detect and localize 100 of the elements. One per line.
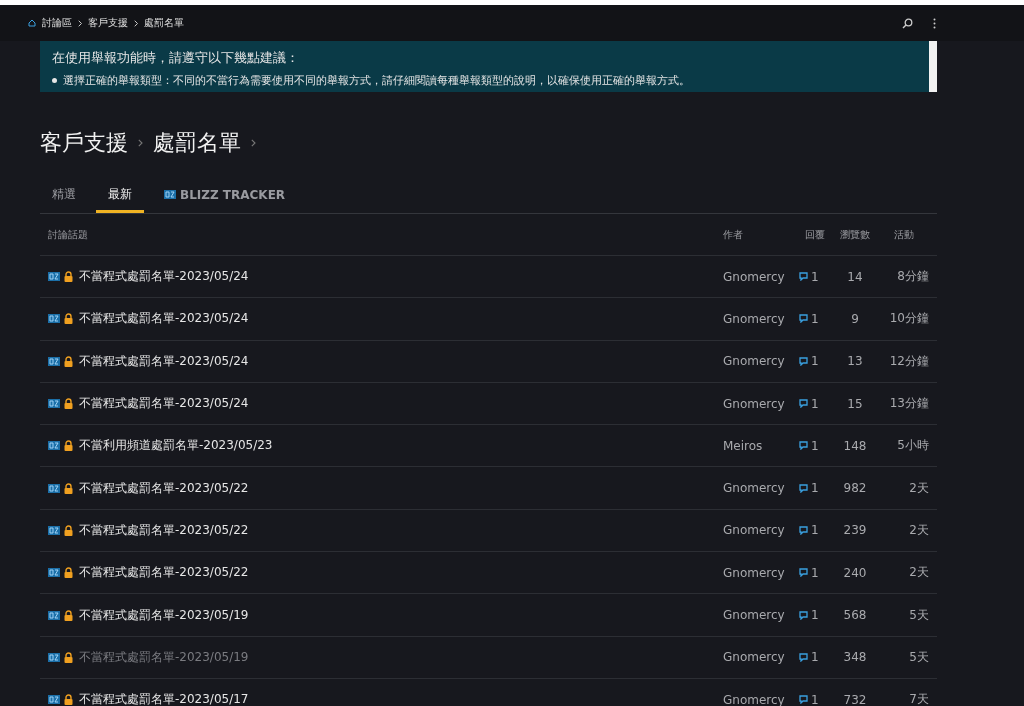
column-header: 回覆 [804, 227, 826, 242]
activity-time: 2天 [908, 564, 929, 582]
column-header: 討論話題 [48, 227, 89, 242]
author-name[interactable]: Gnomercy [723, 396, 799, 411]
view-count: 240 [842, 565, 868, 580]
topic-title[interactable]: 不當程式處罰名單-2023/05/24 [79, 268, 249, 286]
topic-title[interactable]: 不當程式處罰名單-2023/05/17 [79, 691, 249, 706]
lock-icon [64, 609, 73, 621]
lock-icon [64, 313, 73, 325]
blizz-icon [48, 695, 60, 705]
activity-time: 8分鐘 [896, 268, 929, 286]
author-name[interactable]: Gnomercy [723, 523, 799, 538]
activity-time: 5天 [908, 606, 929, 624]
author-name[interactable]: Gnomercy [723, 565, 799, 580]
blizz-icon [48, 525, 60, 535]
comment-icon [799, 441, 808, 451]
reply-count: 1 [811, 650, 819, 665]
comment-icon [799, 314, 808, 324]
view-count: 348 [842, 650, 868, 665]
comment-icon [799, 356, 808, 366]
reply-count: 1 [811, 354, 819, 369]
activity-time: 10分鐘 [888, 310, 929, 328]
view-count: 239 [842, 523, 868, 538]
chevron-icon [138, 139, 143, 147]
reply-count: 1 [811, 311, 819, 326]
view-count: 9 [850, 311, 860, 326]
blizz-icon [48, 652, 60, 662]
author-name[interactable]: Gnomercy [723, 481, 799, 496]
blizz-icon [48, 314, 60, 324]
reply-count: 1 [811, 608, 819, 622]
comment-icon [799, 610, 808, 620]
activity-time: 13分鐘 [888, 395, 929, 413]
lock-icon [64, 694, 73, 706]
topic-title[interactable]: 不當程式處罰名單-2023/05/22 [79, 521, 249, 539]
author-name[interactable]: Gnomercy [723, 311, 799, 326]
column-header: 瀏覽數 [839, 227, 871, 242]
lock-icon [64, 440, 73, 452]
topic-title[interactable]: 不當程式處罰名單-2023/05/19 [79, 648, 249, 666]
view-count: 568 [842, 608, 868, 622]
breadcrumb-link[interactable]: 討論區 [42, 16, 72, 30]
comment-icon [799, 695, 808, 705]
topic-title[interactable]: 不當程式處罰名單-2023/05/19 [79, 606, 249, 624]
activity-time: 2天 [908, 521, 929, 539]
author-name[interactable]: Gnomercy [723, 269, 799, 284]
topic-title[interactable]: 不當程式處罰名單-2023/05/22 [79, 564, 249, 582]
reply-count: 1 [811, 396, 819, 411]
lock-icon [64, 398, 73, 410]
comment-icon [799, 272, 808, 282]
comment-icon [799, 399, 808, 409]
blizz-icon [48, 610, 60, 620]
tab[interactable]: BLIZZ TRACKER [152, 180, 298, 213]
blizz-icon [48, 568, 60, 578]
activity-time: 2天 [908, 479, 929, 497]
author-name[interactable]: Gnomercy [723, 354, 799, 369]
notice-heading: 在使用舉報功能時，請遵守以下幾點建議： [52, 49, 300, 67]
chevron-icon [134, 19, 139, 27]
blizz-icon [48, 356, 60, 366]
view-count: 15 [846, 396, 864, 411]
chevron-icon [78, 19, 83, 27]
author-name[interactable]: Gnomercy [723, 692, 799, 706]
topic-title[interactable]: 不當利用頻道處罰名單-2023/05/23 [79, 437, 273, 455]
comment-icon [799, 525, 808, 535]
home-icon[interactable] [28, 19, 36, 27]
reply-count: 1 [811, 523, 819, 538]
blizz-icon [48, 441, 60, 451]
category-title[interactable]: 客戶支援 [40, 128, 128, 158]
activity-time: 12分鐘 [888, 352, 929, 370]
blizz-icon [164, 190, 176, 199]
chevron-icon [250, 139, 256, 147]
breadcrumb-link[interactable]: 客戶支援 [88, 16, 129, 30]
tab[interactable]: 精選 [40, 180, 88, 213]
author-name[interactable]: Gnomercy [723, 650, 799, 665]
lock-icon [64, 355, 73, 367]
more-icon[interactable] [933, 17, 936, 29]
reply-count: 1 [811, 565, 819, 580]
tab[interactable]: 最新 [96, 180, 144, 213]
breadcrumb-link[interactable]: 處罰名單 [144, 16, 185, 30]
reply-count: 1 [811, 692, 819, 706]
search-icon[interactable] [902, 17, 913, 29]
reply-count: 1 [811, 269, 819, 284]
blizz-icon [48, 483, 60, 493]
topic-title[interactable]: 不當程式處罰名單-2023/05/22 [79, 479, 249, 497]
author-name[interactable]: Gnomercy [723, 608, 799, 622]
bullet-icon [52, 78, 57, 83]
lock-icon [64, 271, 73, 283]
activity-time: 5天 [908, 648, 929, 666]
activity-time: 5小時 [896, 437, 929, 455]
notice-item: 選擇正確的舉報類型：不同的不當行為需要使用不同的舉報方式，請仔細閱讀每種舉報類型的說明，以確保使用正確的舉報方式。 [63, 73, 690, 88]
category-title[interactable]: 處罰名單 [152, 128, 241, 158]
lock-icon [64, 651, 73, 663]
topic-title[interactable]: 不當程式處罰名單-2023/05/24 [79, 352, 249, 370]
author-name[interactable]: Meiros [723, 438, 799, 453]
topic-title[interactable]: 不當程式處罰名單-2023/05/24 [79, 310, 249, 328]
column-header: 活動 [893, 227, 915, 242]
comment-icon [799, 483, 808, 493]
topic-title[interactable]: 不當程式處罰名單-2023/05/24 [79, 395, 249, 413]
lock-icon [64, 524, 73, 536]
activity-time: 7天 [908, 691, 929, 706]
view-count: 14 [846, 269, 864, 284]
reply-count: 1 [811, 481, 819, 496]
